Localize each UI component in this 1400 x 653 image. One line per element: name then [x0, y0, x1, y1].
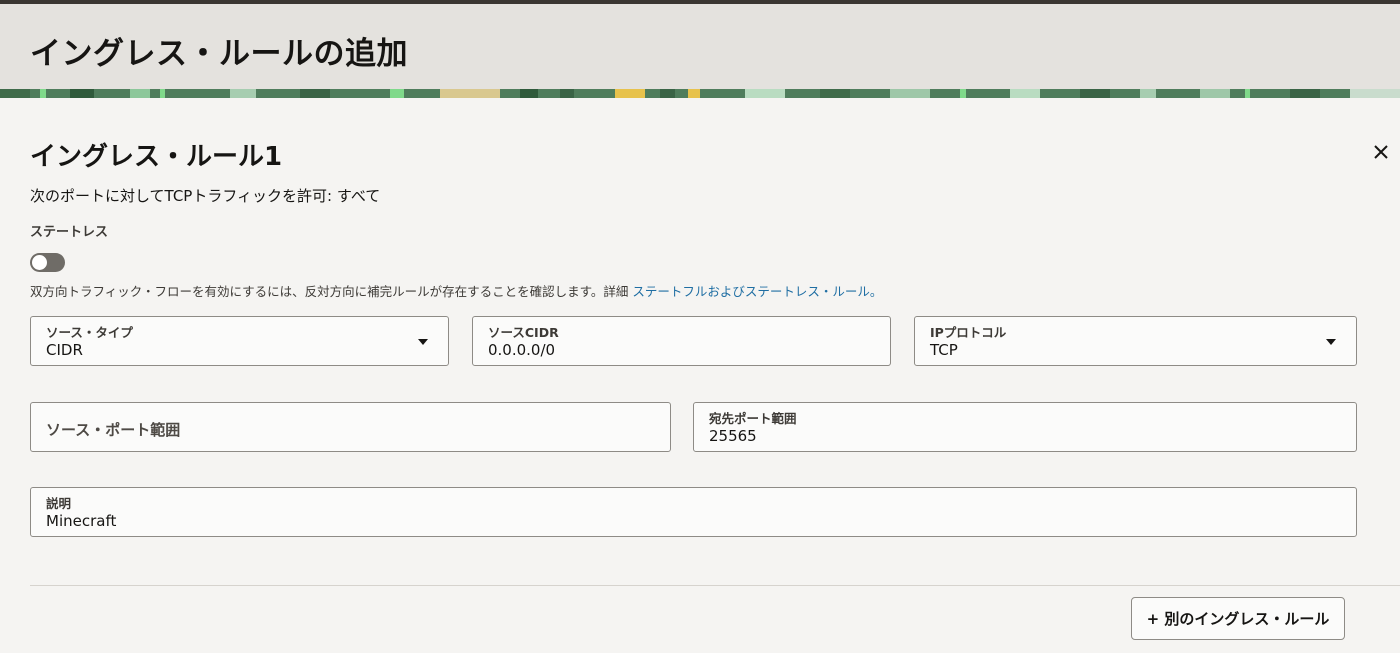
- source-cidr-label: ソースCIDR: [488, 325, 559, 340]
- add-ingress-rule-button[interactable]: + 別のイングレス・ルール: [1131, 597, 1345, 640]
- rule-panel: [0, 98, 1400, 653]
- rule-title: イングレス・ルール1: [30, 142, 283, 172]
- section-divider: [30, 585, 1400, 586]
- chevron-down-icon: [418, 339, 428, 345]
- description-input[interactable]: 説明 Minecraft: [30, 487, 1357, 537]
- toggle-knob: [32, 255, 47, 270]
- rule-summary: 次のポートに対してTCPトラフィックを許可: すべて: [30, 187, 381, 205]
- close-button[interactable]: [1368, 139, 1394, 165]
- banner-pattern-icon: [0, 89, 1400, 98]
- ip-protocol-value: TCP: [930, 341, 958, 359]
- page-header: イングレス・ルールの追加: [0, 4, 1400, 89]
- source-type-label: ソース・タイプ: [46, 325, 133, 340]
- source-type-value: CIDR: [46, 341, 83, 359]
- source-type-select[interactable]: ソース・タイプ CIDR: [30, 316, 449, 366]
- stateless-toggle[interactable]: [30, 253, 65, 272]
- ip-protocol-select[interactable]: IPプロトコル TCP: [914, 316, 1357, 366]
- help-text: 双方向トラフィック・フローを有効にするには、反対方向に補完ルールが存在することを…: [30, 284, 633, 299]
- description-value: Minecraft: [46, 512, 117, 530]
- source-cidr-value: 0.0.0.0/0: [488, 341, 556, 359]
- source-cidr-input[interactable]: ソースCIDR 0.0.0.0/0: [472, 316, 891, 366]
- source-port-range-input[interactable]: ソース・ポート範囲: [30, 402, 671, 452]
- stateful-stateless-link[interactable]: ステートフルおよびステートレス・ルール。: [632, 284, 882, 299]
- description-label: 説明: [46, 496, 72, 511]
- stateless-label: ステートレス: [30, 225, 109, 240]
- decorative-banner: [0, 89, 1400, 98]
- destination-port-range-label: 宛先ポート範囲: [709, 411, 797, 426]
- stateless-help-text: 双方向トラフィック・フローを有効にするには、反対方向に補完ルールが存在することを…: [30, 281, 882, 300]
- chevron-down-icon: [1326, 339, 1336, 345]
- ip-protocol-label: IPプロトコル: [930, 325, 1007, 340]
- page-title: イングレス・ルールの追加: [30, 36, 408, 72]
- destination-port-range-value: 25565: [709, 427, 757, 445]
- destination-port-range-input[interactable]: 宛先ポート範囲 25565: [693, 402, 1357, 452]
- source-port-range-placeholder: ソース・ポート範囲: [46, 421, 181, 439]
- close-icon: [1374, 145, 1388, 159]
